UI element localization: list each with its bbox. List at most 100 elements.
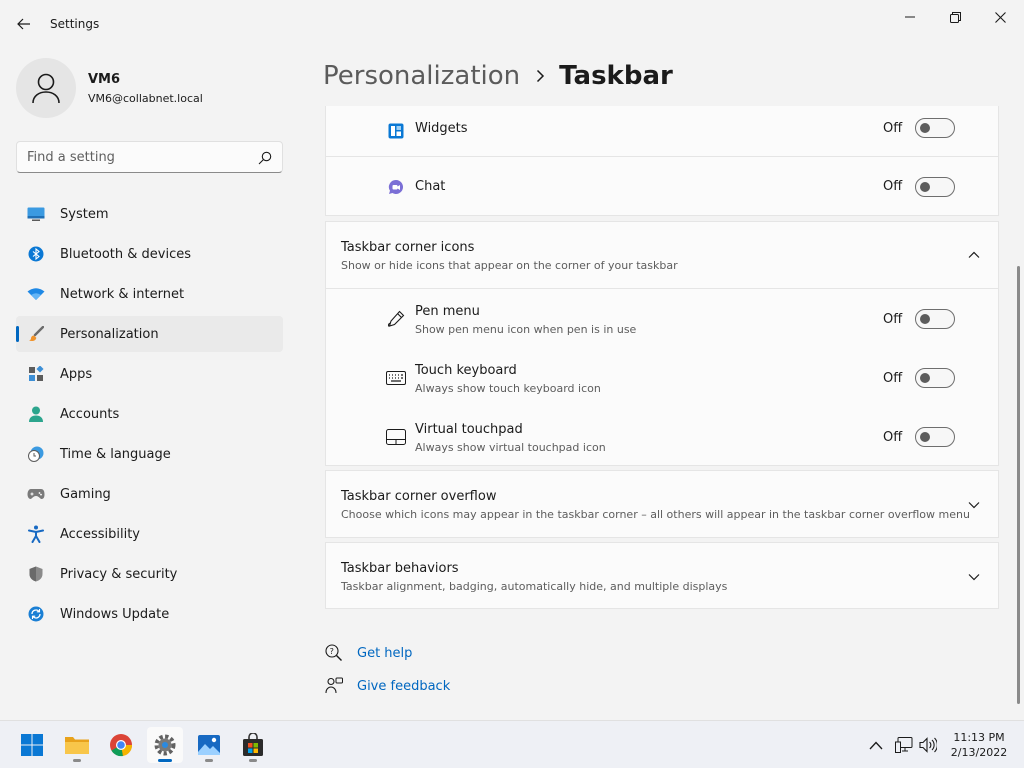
page-title: Taskbar [559, 61, 673, 91]
sidebar-item-accessibility[interactable]: Accessibility [16, 516, 283, 552]
settings-button[interactable] [147, 727, 183, 763]
setting-row-touch-keyboard: Touch keyboard Always show touch keyboar… [326, 348, 998, 407]
touch-keyboard-toggle[interactable] [915, 368, 955, 388]
network-icon [895, 737, 913, 753]
user-profile[interactable]: VM6 VM6@collabnet.local [16, 58, 286, 118]
running-indicator [249, 759, 257, 762]
chevron-down-icon[interactable] [966, 497, 982, 513]
photos-button[interactable] [191, 727, 227, 763]
chevron-right-icon [536, 69, 545, 83]
volume-button[interactable] [918, 735, 938, 755]
gamepad-icon [26, 484, 46, 504]
update-icon [26, 604, 46, 624]
show-hidden-icons-button[interactable] [866, 735, 886, 755]
sidebar-item-privacy[interactable]: Privacy & security [16, 556, 283, 592]
virtual-touchpad-toggle[interactable] [915, 427, 955, 447]
get-help-link[interactable]: ? Get help [324, 643, 412, 663]
section-title: Taskbar corner overflow [341, 489, 497, 504]
back-button[interactable] [10, 10, 38, 38]
clock[interactable]: 11:13 PM 2/13/2022 [946, 730, 1012, 760]
file-explorer-button[interactable] [59, 727, 95, 763]
photos-icon [198, 735, 220, 755]
search-icon[interactable] [258, 150, 272, 169]
shield-icon [26, 564, 46, 584]
sidebar-item-system[interactable]: System [16, 196, 283, 232]
section-title: Taskbar corner icons [341, 240, 475, 255]
avatar [16, 58, 76, 118]
breadcrumb-parent[interactable]: Personalization [323, 61, 520, 91]
search-input[interactable] [27, 148, 247, 166]
person-icon [32, 73, 60, 104]
search-box [16, 141, 283, 173]
volume-icon [919, 737, 937, 753]
clock-globe-icon [26, 444, 46, 464]
setting-subtitle: Always show touch keyboard icon [415, 382, 601, 395]
user-name: VM6 [88, 72, 121, 87]
help-icon: ? [324, 643, 344, 663]
windows-logo-icon [21, 734, 43, 756]
breadcrumb: Personalization Taskbar [323, 58, 673, 94]
sidebar-item-gaming[interactable]: Gaming [16, 476, 283, 512]
sidebar-item-bluetooth[interactable]: Bluetooth & devices [16, 236, 283, 272]
give-feedback-link[interactable]: Give feedback [324, 676, 450, 696]
setting-row-pen-menu: Pen menu Show pen menu icon when pen is … [326, 289, 998, 348]
running-indicator [158, 759, 172, 762]
network-button[interactable] [894, 735, 914, 755]
setting-title: Widgets [415, 121, 468, 136]
sidebar-item-network[interactable]: Network & internet [16, 276, 283, 312]
apps-icon [26, 364, 46, 384]
toggle-state-label: Off [883, 121, 903, 136]
touchpad-icon [386, 427, 406, 447]
sidebar-item-personalization[interactable]: Personalization [16, 316, 283, 352]
behaviors-card[interactable]: Taskbar behaviors Taskbar alignment, bad… [325, 542, 999, 609]
chevron-down-icon[interactable] [966, 569, 982, 585]
sidebar-item-label: Windows Update [60, 606, 170, 622]
minimize-button[interactable] [887, 4, 933, 30]
svg-text:?: ? [330, 647, 334, 656]
restore-button[interactable] [932, 4, 978, 30]
chrome-button[interactable] [103, 727, 139, 763]
widgets-toggle[interactable] [915, 118, 955, 138]
sidebar-item-label: Privacy & security [60, 566, 178, 582]
gear-icon [154, 734, 176, 756]
accessibility-icon [26, 524, 46, 544]
back-arrow-icon [17, 18, 30, 30]
chevron-up-icon [869, 741, 883, 749]
sidebar-item-label: Accessibility [60, 526, 140, 542]
sidebar-item-label: Bluetooth & devices [60, 246, 191, 262]
close-button[interactable] [977, 4, 1023, 30]
sidebar-item-label: Personalization [60, 326, 159, 342]
store-button[interactable] [235, 727, 271, 763]
sidebar-item-accounts[interactable]: Accounts [16, 396, 283, 432]
section-subtitle: Show or hide icons that appear on the co… [341, 259, 678, 272]
pen-menu-toggle[interactable] [915, 309, 955, 329]
monitor-icon [26, 204, 46, 224]
section-subtitle: Choose which icons may appear in the tas… [341, 508, 970, 521]
chevron-up-icon[interactable] [966, 247, 982, 263]
sidebar-item-label: Accounts [60, 406, 120, 422]
clock-time: 11:13 PM [953, 731, 1005, 744]
corner-icons-header[interactable]: Taskbar corner icons Show or hide icons … [326, 222, 998, 288]
folder-icon [65, 737, 89, 754]
corner-icons-card: Taskbar corner icons Show or hide icons … [325, 221, 999, 466]
running-indicator [205, 759, 213, 762]
running-indicator [73, 759, 81, 762]
pen-icon [386, 309, 406, 329]
sidebar-item-apps[interactable]: Apps [16, 356, 283, 392]
scrollbar[interactable] [1017, 266, 1020, 704]
section-subtitle: Taskbar alignment, badging, automaticall… [341, 580, 728, 593]
sidebar-item-windows-update[interactable]: Windows Update [16, 596, 283, 632]
corner-overflow-card[interactable]: Taskbar corner overflow Choose which ico… [325, 470, 999, 538]
start-button[interactable] [14, 727, 50, 763]
user-email: VM6@collabnet.local [88, 92, 203, 105]
toggle-state-label: Off [883, 312, 903, 327]
toggle-state-label: Off [883, 179, 903, 194]
sidebar-item-label: System [60, 206, 109, 222]
toggle-state-label: Off [883, 371, 903, 386]
chat-toggle[interactable] [915, 177, 955, 197]
chrome-icon [110, 734, 133, 757]
minimize-icon [905, 16, 915, 18]
taskbar-items-card: Widgets Off Chat Off [325, 106, 999, 216]
sidebar-item-time-language[interactable]: Time & language [16, 436, 283, 472]
restore-icon [949, 11, 961, 23]
